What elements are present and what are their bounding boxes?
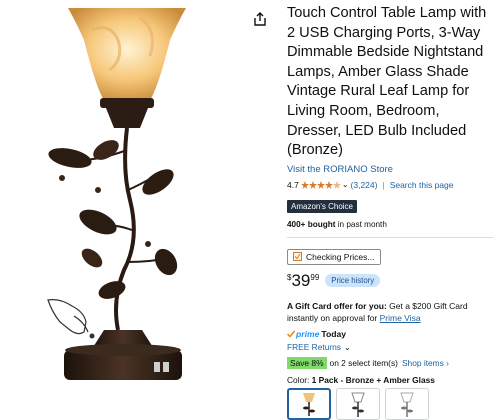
chevron-down-icon[interactable]: ⌄: [342, 180, 349, 189]
lamp-thumbnail: [351, 392, 365, 418]
save-text: on 2 select item(s): [329, 358, 398, 369]
returns-label: FREE Returns: [287, 342, 341, 353]
gift-bold: A Gift Card offer for you:: [287, 301, 387, 312]
star-icons: [300, 180, 341, 189]
price: $ 39 99: [287, 272, 319, 289]
swatch-variant-3[interactable]: [385, 388, 429, 420]
product-title: Touch Control Table Lamp with 2 USB Char…: [287, 5, 487, 159]
delivery-today: Today: [321, 329, 347, 340]
price-whole: 39: [291, 271, 311, 291]
check-icon: [287, 330, 295, 338]
bought-bold: 400+ bought: [287, 219, 336, 229]
price-row: $ 39 99 Price history: [287, 272, 495, 289]
amazons-choice-badge: Amazon's Choice: [287, 199, 357, 213]
prime-visa-link[interactable]: Prime Visa: [380, 313, 421, 323]
shop-items-link[interactable]: Shop items ›: [402, 358, 449, 368]
prime-delivery: prime Today: [287, 329, 495, 339]
free-returns-link[interactable]: FREE Returns ⌄: [287, 342, 495, 352]
lamp-photo: [47, 8, 186, 380]
lamp-thumbnail: [400, 392, 414, 418]
lamp-thumbnail: [303, 393, 315, 417]
color-swatches: [287, 388, 495, 420]
divider-line: [287, 236, 493, 238]
share-icon[interactable]: [252, 11, 268, 27]
rating-count-link[interactable]: (3,224): [351, 180, 378, 190]
color-label: Color:: [287, 375, 310, 386]
chevron-down-icon: ⌄: [344, 342, 351, 352]
swatch-bronze-amber[interactable]: [287, 388, 331, 420]
color-selection: Color: 1 Pack - Bronze + Amber Glass: [287, 375, 495, 385]
gift-card-offer: A Gift Card offer for you: Get a $200 Gi…: [287, 300, 495, 324]
rating-value: 4.7: [287, 179, 299, 190]
rating-stars[interactable]: [300, 180, 341, 189]
save-badge: Save 8%: [287, 357, 327, 370]
price-fraction: 99: [310, 273, 320, 283]
swatch-variant-2[interactable]: [336, 388, 380, 420]
save-promo: Save 8% on 2 select item(s) Shop items ›: [287, 357, 495, 370]
checking-prices-button[interactable]: Checking Prices...: [287, 248, 381, 265]
product-info: Touch Control Table Lamp with 2 USB Char…: [287, 4, 495, 420]
product-image[interactable]: [0, 0, 280, 392]
bought-rest: in past month: [335, 219, 387, 229]
rating-row: 4.7 ⌄ (3,224) | Search this page: [287, 179, 495, 191]
price-history-button[interactable]: Price history: [325, 274, 381, 288]
bought-count: 400+ bought in past month: [287, 220, 495, 229]
search-page-link[interactable]: Search this page: [390, 180, 454, 190]
store-link[interactable]: Visit the RORIANO Store: [287, 164, 495, 175]
checking-prices-label: Checking Prices...: [306, 251, 375, 262]
prime-logo: prime: [296, 329, 320, 340]
color-value: 1 Pack - Bronze + Amber Glass: [311, 375, 435, 386]
divider: |: [382, 179, 385, 190]
price-tracker-icon: [293, 252, 302, 262]
